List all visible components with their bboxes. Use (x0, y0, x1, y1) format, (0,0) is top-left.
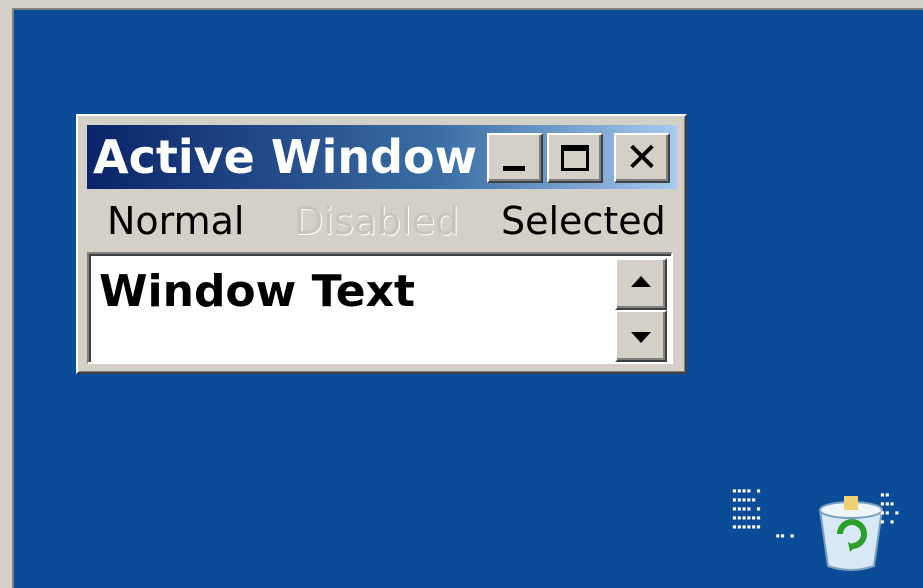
window-text-area[interactable]: Window Text (87, 252, 673, 364)
close-button[interactable]: ✕ (614, 133, 670, 183)
window-text: Window Text (99, 266, 416, 317)
maximize-button[interactable] (547, 133, 603, 183)
menu-item-normal[interactable]: Normal (107, 192, 245, 250)
minimize-icon (503, 166, 525, 171)
recycle-bin-label-right: ▪▪ ▪▪▪ ▪▪ ▪ ▪ ▪ (880, 490, 900, 526)
desktop-preview: ▪▪▪▪ ▪ ▪▪▪▪▪ ▪▪▪▪ ▪ ▪▪▪▪▪▪ ▪▪▪▪▪▪ ▪▪ ▪ ▪… (12, 8, 923, 588)
vertical-scrollbar[interactable] (615, 258, 667, 362)
close-icon: ✕ (625, 135, 659, 181)
recycle-bin-label-left: ▪▪▪▪ ▪ ▪▪▪▪▪ ▪▪▪▪ ▪ ▪▪▪▪▪▪ ▪▪▪▪▪▪ ▪▪ ▪ (732, 486, 795, 540)
minimize-button[interactable] (487, 133, 543, 183)
active-window-preview: Active Window ✕ Normal Disabled Selected… (76, 114, 687, 374)
arrow-up-icon (631, 276, 651, 287)
maximize-icon (561, 145, 589, 171)
menu-bar: Normal Disabled Selected (87, 192, 677, 250)
title-bar: Active Window ✕ (87, 125, 677, 189)
menu-item-disabled: Disabled (294, 199, 460, 243)
arrow-down-icon (631, 332, 651, 343)
scroll-up-button[interactable] (615, 258, 667, 310)
window-title: Active Window (93, 130, 478, 184)
scroll-down-button[interactable] (615, 310, 667, 362)
menu-item-selected[interactable]: Selected (501, 192, 666, 250)
recycle-bin-icon[interactable] (814, 492, 888, 572)
